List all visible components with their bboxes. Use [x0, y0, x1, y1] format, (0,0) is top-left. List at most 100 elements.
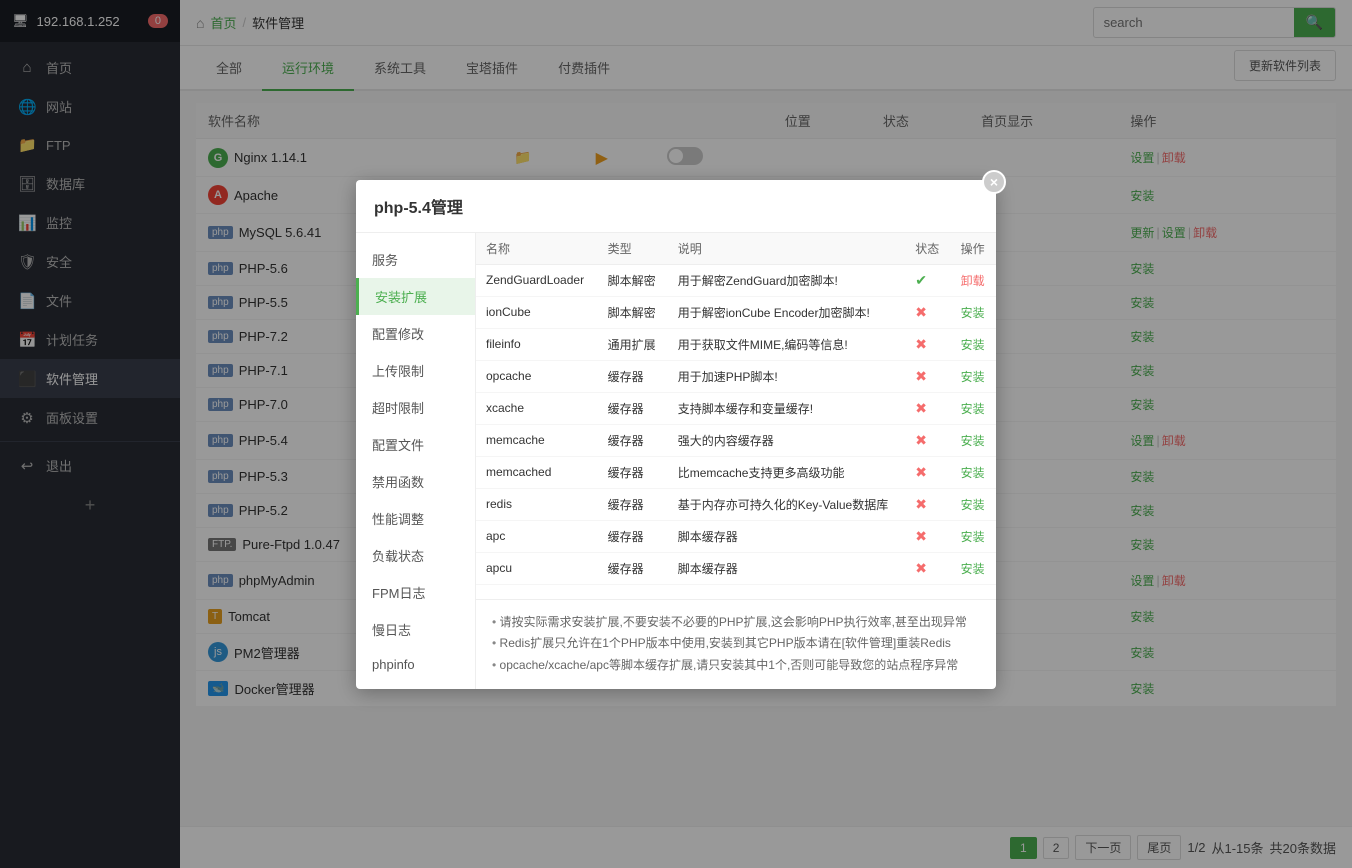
ext-desc: 用于解密ionCube Encoder加密脚本!: [668, 296, 906, 328]
ext-status: ✖: [905, 360, 950, 392]
ext-action-link[interactable]: 安装: [961, 562, 985, 576]
modal-overlay[interactable]: php-5.4管理 × 服务 安装扩展 配置修改 上传限制 超时限制 配置文件 …: [0, 0, 1352, 868]
ext-type: 缓存器: [598, 392, 668, 424]
ext-action-cell: 卸载: [951, 264, 996, 296]
not-installed-cross-icon: ✖: [915, 464, 927, 480]
ext-action-cell: 安装: [951, 552, 996, 584]
ext-type: 缓存器: [598, 488, 668, 520]
ext-desc: 脚本缓存器: [668, 552, 906, 584]
not-installed-cross-icon: ✖: [915, 528, 927, 544]
modal-nav-install-ext[interactable]: 安装扩展: [356, 278, 475, 315]
ext-type: 缓存器: [598, 424, 668, 456]
ext-type: 脚本解密: [598, 296, 668, 328]
ext-action-link[interactable]: 卸载: [961, 274, 985, 288]
ext-desc: 用于获取文件MIME,编码等信息!: [668, 328, 906, 360]
modal-nav-config-file[interactable]: 配置文件: [356, 426, 475, 463]
modal-nav-slow-log[interactable]: 慢日志: [356, 611, 475, 648]
not-installed-cross-icon: ✖: [915, 432, 927, 448]
ext-action-cell: 安装: [951, 424, 996, 456]
ext-col-type: 类型: [598, 233, 668, 265]
ext-desc: 脚本缓存器: [668, 520, 906, 552]
ext-type: 缓存器: [598, 456, 668, 488]
footer-note: 请按实际需求安装扩展,不要安装不必要的PHP扩展,这会影响PHP执行效率,甚至出…: [492, 612, 980, 634]
ext-name: opcache: [476, 360, 598, 392]
installed-check-icon: ✔: [915, 272, 927, 288]
modal-nav-fpm-log[interactable]: FPM日志: [356, 574, 475, 611]
ext-action-link[interactable]: 安装: [961, 466, 985, 480]
ext-name: memcache: [476, 424, 598, 456]
modal-nav-load-status[interactable]: 负载状态: [356, 537, 475, 574]
ext-name: apcu: [476, 552, 598, 584]
modal-nav-upload-limit[interactable]: 上传限制: [356, 352, 475, 389]
list-item: xcache 缓存器 支持脚本缓存和变量缓存! ✖ 安装: [476, 392, 996, 424]
ext-type: 缓存器: [598, 552, 668, 584]
modal-sidebar: 服务 安装扩展 配置修改 上传限制 超时限制 配置文件 禁用函数 性能调整 负载…: [356, 233, 476, 689]
modal-nav-phpinfo[interactable]: phpinfo: [356, 648, 475, 681]
ext-name: ionCube: [476, 296, 598, 328]
modal-nav-config-mod[interactable]: 配置修改: [356, 315, 475, 352]
ext-status: ✖: [905, 296, 950, 328]
ext-name: memcached: [476, 456, 598, 488]
ext-status: ✖: [905, 456, 950, 488]
modal-title: php-5.4管理: [374, 194, 463, 218]
not-installed-cross-icon: ✖: [915, 368, 927, 384]
list-item: redis 缓存器 基于内存亦可持久化的Key-Value数据库 ✖ 安装: [476, 488, 996, 520]
ext-type: 通用扩展: [598, 328, 668, 360]
list-item: memcache 缓存器 强大的内容缓存器 ✖ 安装: [476, 424, 996, 456]
modal-close-button[interactable]: ×: [982, 170, 1006, 194]
not-installed-cross-icon: ✖: [915, 304, 927, 320]
ext-type: 缓存器: [598, 360, 668, 392]
list-item: fileinfo 通用扩展 用于获取文件MIME,编码等信息! ✖ 安装: [476, 328, 996, 360]
ext-desc: 比memcache支持更多高级功能: [668, 456, 906, 488]
footer-note: Redis扩展只允许在1个PHP版本中使用,安装到其它PHP版本请在[软件管理]…: [492, 633, 980, 655]
ext-col-action: 操作: [951, 233, 996, 265]
modal-nav-perf-tune[interactable]: 性能调整: [356, 500, 475, 537]
modal-header: php-5.4管理 ×: [356, 180, 996, 233]
modal-nav-timeout[interactable]: 超时限制: [356, 389, 475, 426]
ext-name: xcache: [476, 392, 598, 424]
ext-desc: 用于加速PHP脚本!: [668, 360, 906, 392]
ext-table-scroll: 名称 类型 说明 状态 操作 ZendGuardLoader 脚本解密 用于解密…: [476, 233, 996, 599]
ext-status: ✖: [905, 488, 950, 520]
ext-table: 名称 类型 说明 状态 操作 ZendGuardLoader 脚本解密 用于解密…: [476, 233, 996, 585]
ext-action-cell: 安装: [951, 488, 996, 520]
not-installed-cross-icon: ✖: [915, 400, 927, 416]
modal-nav-disable-func[interactable]: 禁用函数: [356, 463, 475, 500]
ext-action-cell: 安装: [951, 328, 996, 360]
ext-col-status: 状态: [905, 233, 950, 265]
not-installed-cross-icon: ✖: [915, 496, 927, 512]
ext-name: fileinfo: [476, 328, 598, 360]
ext-status: ✔: [905, 264, 950, 296]
ext-desc: 用于解密ZendGuard加密脚本!: [668, 264, 906, 296]
ext-action-link[interactable]: 安装: [961, 530, 985, 544]
list-item: ZendGuardLoader 脚本解密 用于解密ZendGuard加密脚本! …: [476, 264, 996, 296]
modal-footer: 请按实际需求安装扩展,不要安装不必要的PHP扩展,这会影响PHP执行效率,甚至出…: [476, 599, 996, 689]
ext-desc: 强大的内容缓存器: [668, 424, 906, 456]
not-installed-cross-icon: ✖: [915, 560, 927, 576]
ext-action-cell: 安装: [951, 360, 996, 392]
ext-action-link[interactable]: 安装: [961, 434, 985, 448]
list-item: memcached 缓存器 比memcache支持更多高级功能 ✖ 安装: [476, 456, 996, 488]
modal-nav-service[interactable]: 服务: [356, 241, 475, 278]
ext-action-link[interactable]: 安装: [961, 498, 985, 512]
modal-main-content: 名称 类型 说明 状态 操作 ZendGuardLoader 脚本解密 用于解密…: [476, 233, 996, 689]
ext-name: redis: [476, 488, 598, 520]
ext-col-name: 名称: [476, 233, 598, 265]
ext-desc: 支持脚本缓存和变量缓存!: [668, 392, 906, 424]
ext-action-link[interactable]: 安装: [961, 370, 985, 384]
list-item: apc 缓存器 脚本缓存器 ✖ 安装: [476, 520, 996, 552]
ext-type: 缓存器: [598, 520, 668, 552]
footer-note: opcache/xcache/apc等脚本缓存扩展,请只安装其中1个,否则可能导…: [492, 655, 980, 677]
ext-action-link[interactable]: 安装: [961, 402, 985, 416]
list-item: ionCube 脚本解密 用于解密ionCube Encoder加密脚本! ✖ …: [476, 296, 996, 328]
ext-action-link[interactable]: 安装: [961, 338, 985, 352]
list-item: opcache 缓存器 用于加速PHP脚本! ✖ 安装: [476, 360, 996, 392]
ext-action-link[interactable]: 安装: [961, 306, 985, 320]
not-installed-cross-icon: ✖: [915, 336, 927, 352]
modal-body: 服务 安装扩展 配置修改 上传限制 超时限制 配置文件 禁用函数 性能调整 负载…: [356, 233, 996, 689]
ext-col-desc: 说明: [668, 233, 906, 265]
ext-desc: 基于内存亦可持久化的Key-Value数据库: [668, 488, 906, 520]
ext-action-cell: 安装: [951, 392, 996, 424]
list-item: apcu 缓存器 脚本缓存器 ✖ 安装: [476, 552, 996, 584]
ext-status: ✖: [905, 520, 950, 552]
